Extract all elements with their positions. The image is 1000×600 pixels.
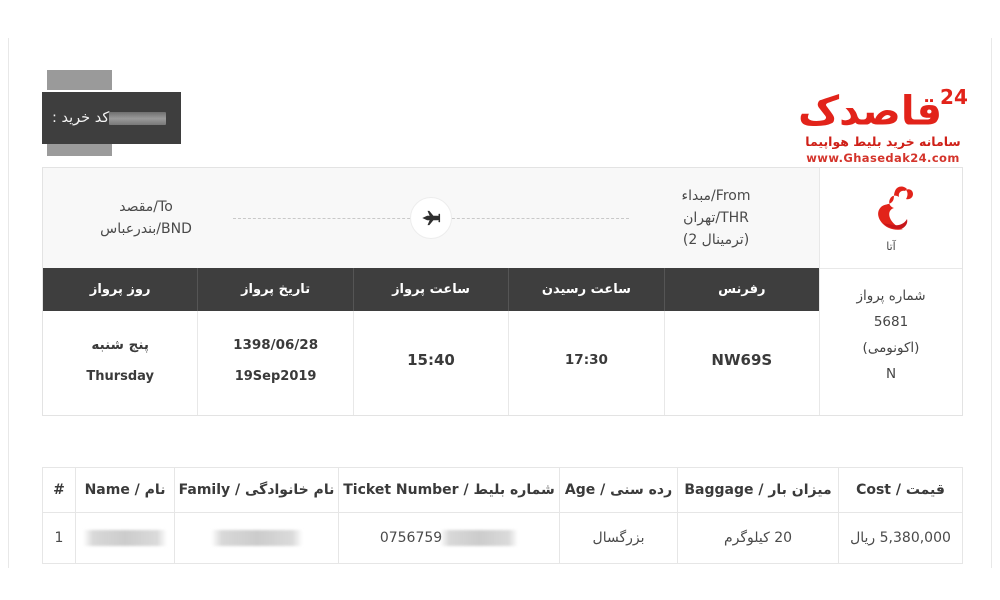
brand-wordmark: 24قاصدک: [798, 82, 969, 135]
page-header: کد خرید : 24قاصدک سامانه خرید بلیط هواپی…: [9, 38, 993, 165]
value-flight-day-en: Thursday: [86, 368, 155, 384]
family-name-redaction: [210, 530, 303, 546]
flight-detail-grid: رفرنس ساعت رسیدن ساعت پرواز تاریخ پرواز …: [43, 268, 819, 415]
passenger-header-row: قیمت / Cost میزان بار / Baggage رده سنی …: [43, 468, 962, 512]
purchase-code-redaction-bottom: [47, 144, 112, 156]
flight-class-code: N: [885, 366, 897, 382]
route-destination-label: To/مقصد: [119, 199, 173, 215]
route-body: From/مبداء THR/تهران (ترمینال 2) To/مقصد: [43, 168, 819, 268]
cell-arrival-time: 17:30: [508, 311, 663, 415]
purchase-code-label: کد خرید :: [52, 110, 110, 126]
brand-wordmark-text: قاصدک: [798, 88, 943, 135]
column-header-reference: رفرنس: [663, 268, 819, 311]
route-origin-code: THR/تهران: [683, 210, 749, 226]
page-frame: کد خرید : 24قاصدک سامانه خرید بلیط هواپی…: [8, 38, 992, 568]
ata-bird-logo-icon: [862, 183, 920, 239]
route-destination-code: BND/بندرعباس: [100, 221, 192, 237]
route-origin-terminal: (ترمینال 2): [682, 232, 750, 248]
cell-flight-day: پنج شنبه Thursday: [43, 311, 197, 415]
cell-age: بزرگسال: [559, 513, 677, 563]
cell-reference: NW69S: [663, 311, 819, 415]
purchase-code-redacted-value: [109, 111, 166, 125]
flight-detail-table: شماره پرواز 5681 (اکونومی) N رفرنس ساعت …: [43, 268, 962, 415]
flight-detail-header-row: رفرنس ساعت رسیدن ساعت پرواز تاریخ پرواز …: [43, 268, 819, 311]
passenger-table: قیمت / Cost میزان بار / Baggage رده سنی …: [42, 467, 963, 564]
route-connector: [233, 197, 629, 239]
column-header-index: #: [53, 482, 65, 498]
cell-ticket-number: 0756759: [338, 513, 559, 563]
ticket-number-visible: 0756759: [379, 530, 443, 546]
value-arrival-time: 17:30: [564, 352, 608, 368]
cell-baggage: 20 کیلوگرم: [677, 513, 838, 563]
flight-detail-value-row: NW69S 17:30 15:40 1398/06/28 19Sep2019 پ…: [43, 311, 819, 415]
brand-tagline: سامانه خرید بلیط هواپیما: [805, 134, 961, 150]
flight-number-value: 5681: [873, 314, 909, 330]
column-header-arrival-time: ساعت رسیدن: [508, 268, 663, 311]
brand-url: www.Ghasedak24.com: [806, 151, 960, 166]
brand-wordmark-number: 24: [940, 85, 969, 109]
cell-departure-time: 15:40: [352, 311, 508, 415]
first-name-redaction: [83, 530, 167, 546]
flight-number-panel: شماره پرواز 5681 (اکونومی) N: [819, 268, 962, 415]
flight-class-label: (اکونومی): [862, 340, 920, 356]
flight-number-label: شماره پرواز: [856, 288, 926, 304]
ticket-number-redaction: [440, 530, 519, 546]
value-flight-day: پنج شنبه: [91, 336, 149, 353]
cell-index: 1: [54, 530, 64, 546]
column-header-cost: قیمت / Cost: [838, 468, 962, 512]
route-origin: From/مبداء THR/تهران (ترمینال 2): [641, 185, 791, 251]
value-flight-date-gregorian: 19Sep2019: [234, 368, 317, 384]
route-row: آتا From/مبداء THR/تهران (ترمینال 2) To/…: [43, 168, 962, 268]
value-departure-time: 15:40: [407, 351, 455, 369]
column-header-departure-time: ساعت پرواز: [352, 268, 508, 311]
route-destination: To/مقصد BND/بندرعباس: [71, 196, 221, 240]
column-header-flight-day: روز پرواز: [89, 282, 151, 297]
column-header-flight-date: تاریخ پرواز: [197, 268, 352, 311]
table-row: 5,380,000 ریال 20 کیلوگرم بزرگسال 075675…: [43, 512, 962, 564]
purchase-code-redaction-top: [47, 70, 112, 90]
route-origin-label: From/مبداء: [681, 188, 751, 204]
column-header-family: نام خانوادگی / Family: [174, 468, 338, 512]
airline-name: آتا: [886, 240, 896, 253]
value-reference: NW69S: [711, 351, 773, 369]
value-flight-date: 1398/06/28: [233, 336, 319, 353]
cell-family: [174, 513, 338, 563]
cell-name: [75, 513, 174, 563]
cell-cost: 5,380,000 ریال: [838, 513, 962, 563]
column-header-name: نام / Name: [75, 468, 174, 512]
airline-cell: آتا: [819, 168, 962, 268]
flight-card: آتا From/مبداء THR/تهران (ترمینال 2) To/…: [42, 167, 963, 416]
column-header-baggage: میزان بار / Baggage: [677, 468, 838, 512]
brand-logo[interactable]: 24قاصدک سامانه خرید بلیط هواپیما www.Gha…: [783, 82, 983, 165]
airplane-icon: [410, 197, 452, 239]
purchase-code-badge: کد خرید :: [42, 92, 181, 144]
cell-flight-date: 1398/06/28 19Sep2019: [197, 311, 352, 415]
column-header-ticket-number: شماره بلیط / Ticket Number: [338, 468, 559, 512]
column-header-age: رده سنی / Age: [559, 468, 677, 512]
